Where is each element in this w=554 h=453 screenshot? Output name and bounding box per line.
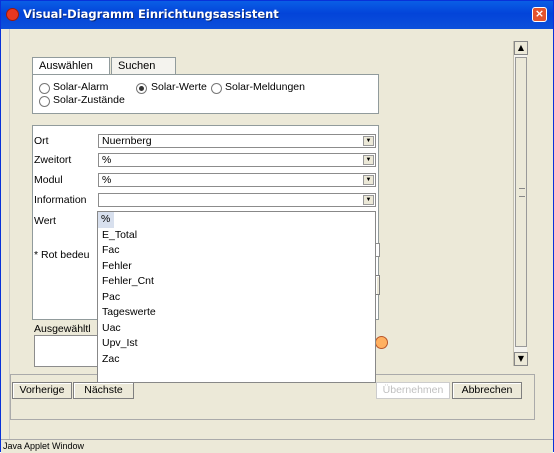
chevron-down-icon[interactable]: ▼ [363, 136, 374, 146]
radio-label: Solar-Zustände [53, 94, 125, 106]
tab-auswaehlen[interactable]: Auswählen [32, 57, 110, 74]
scroll-down-icon[interactable]: ▼ [514, 352, 528, 366]
tab-label: Auswählen [39, 60, 93, 72]
modul-select[interactable]: % ▼ [98, 173, 376, 187]
cancel-button[interactable]: Abbrechen [452, 382, 522, 399]
wert-field-edge [376, 243, 380, 257]
field-label-wert: Wert [34, 215, 56, 227]
dropdown-option[interactable]: Pac [98, 290, 375, 306]
previous-button[interactable]: Vorherige [12, 382, 72, 399]
dropdown-option[interactable]: Uac [98, 321, 375, 337]
radio-solar-meldungen[interactable] [211, 83, 222, 94]
information-dropdown-list[interactable]: % E_Total Fac Fehler Fehler_Cnt Pac Tageswerte… [97, 211, 376, 383]
radio-label: Solar-Werte [151, 81, 207, 93]
dropdown-option[interactable]: E_Total [98, 228, 375, 244]
radio-label: Solar-Alarm [53, 81, 109, 93]
selected-label: Ausgewähltl [34, 323, 91, 335]
apply-button[interactable]: Übernehmen [376, 382, 450, 399]
vertical-scrollbar[interactable]: ▲ ▼ [513, 41, 528, 366]
radio-solar-werte[interactable] [136, 83, 147, 94]
scroll-thumb[interactable] [515, 57, 527, 347]
previous-label: Vorherige [19, 384, 65, 396]
status-text: Java Applet Window [3, 441, 85, 451]
radio-label: Solar-Meldungen [225, 81, 305, 93]
selected-list[interactable] [34, 335, 104, 367]
radio-solar-alarm[interactable] [39, 83, 50, 94]
dropdown-option[interactable]: Fac [98, 243, 375, 259]
remove-icon[interactable] [375, 336, 388, 349]
field-label-information: Information [34, 194, 87, 206]
zweitort-select[interactable]: % ▼ [98, 153, 376, 167]
dropdown-option[interactable]: Zac [98, 352, 375, 368]
dropdown-option[interactable]: Tageswerte [98, 305, 375, 321]
tab-label: Suchen [118, 60, 156, 72]
radio-panel: Solar-Alarm Solar-Werte Solar-Meldungen … [32, 74, 379, 114]
field-label-modul: Modul [34, 174, 63, 186]
ort-value: Nuernberg [102, 135, 152, 147]
dropdown-option[interactable]: Fehler [98, 259, 375, 275]
grip-icon [519, 188, 525, 197]
chevron-down-icon[interactable]: ▼ [363, 175, 374, 185]
modul-value: % [102, 174, 112, 186]
zweitort-value: % [102, 154, 112, 166]
dropdown-option[interactable]: % [98, 212, 114, 228]
field-label-ort: Ort [34, 135, 49, 147]
scroll-up-icon[interactable]: ▲ [514, 41, 528, 55]
dropdown-option[interactable]: Fehler_Cnt [98, 274, 375, 290]
field-label-zweitort: Zweitort [34, 154, 72, 166]
required-note: * Rot bedeu [34, 249, 90, 261]
hidden-button-edge [376, 275, 380, 295]
chevron-down-icon[interactable]: ▼ [363, 155, 374, 165]
window-title: Visual-Diagramm Einrichtungsassistent [23, 7, 279, 21]
applet-window: Visual-Diagramm Einrichtungsassistent × … [0, 0, 554, 453]
cancel-label: Abbrechen [461, 384, 513, 396]
radio-solar-zustaende[interactable] [39, 96, 50, 107]
status-bar: Java Applet Window [1, 439, 553, 453]
dropdown-option[interactable]: Upv_Ist [98, 336, 375, 352]
apply-label: Übernehmen [382, 384, 444, 396]
close-icon[interactable]: × [532, 7, 547, 22]
next-label: Nächste [84, 384, 123, 396]
tab-suchen[interactable]: Suchen [111, 57, 176, 74]
ort-select[interactable]: Nuernberg ▼ [98, 134, 376, 148]
title-bar[interactable]: Visual-Diagramm Einrichtungsassistent × [1, 1, 553, 29]
java-applet-icon [6, 8, 19, 21]
information-select[interactable]: ▼ [98, 193, 376, 207]
chevron-down-icon[interactable]: ▼ [363, 195, 374, 205]
next-button[interactable]: Nächste [73, 382, 134, 399]
